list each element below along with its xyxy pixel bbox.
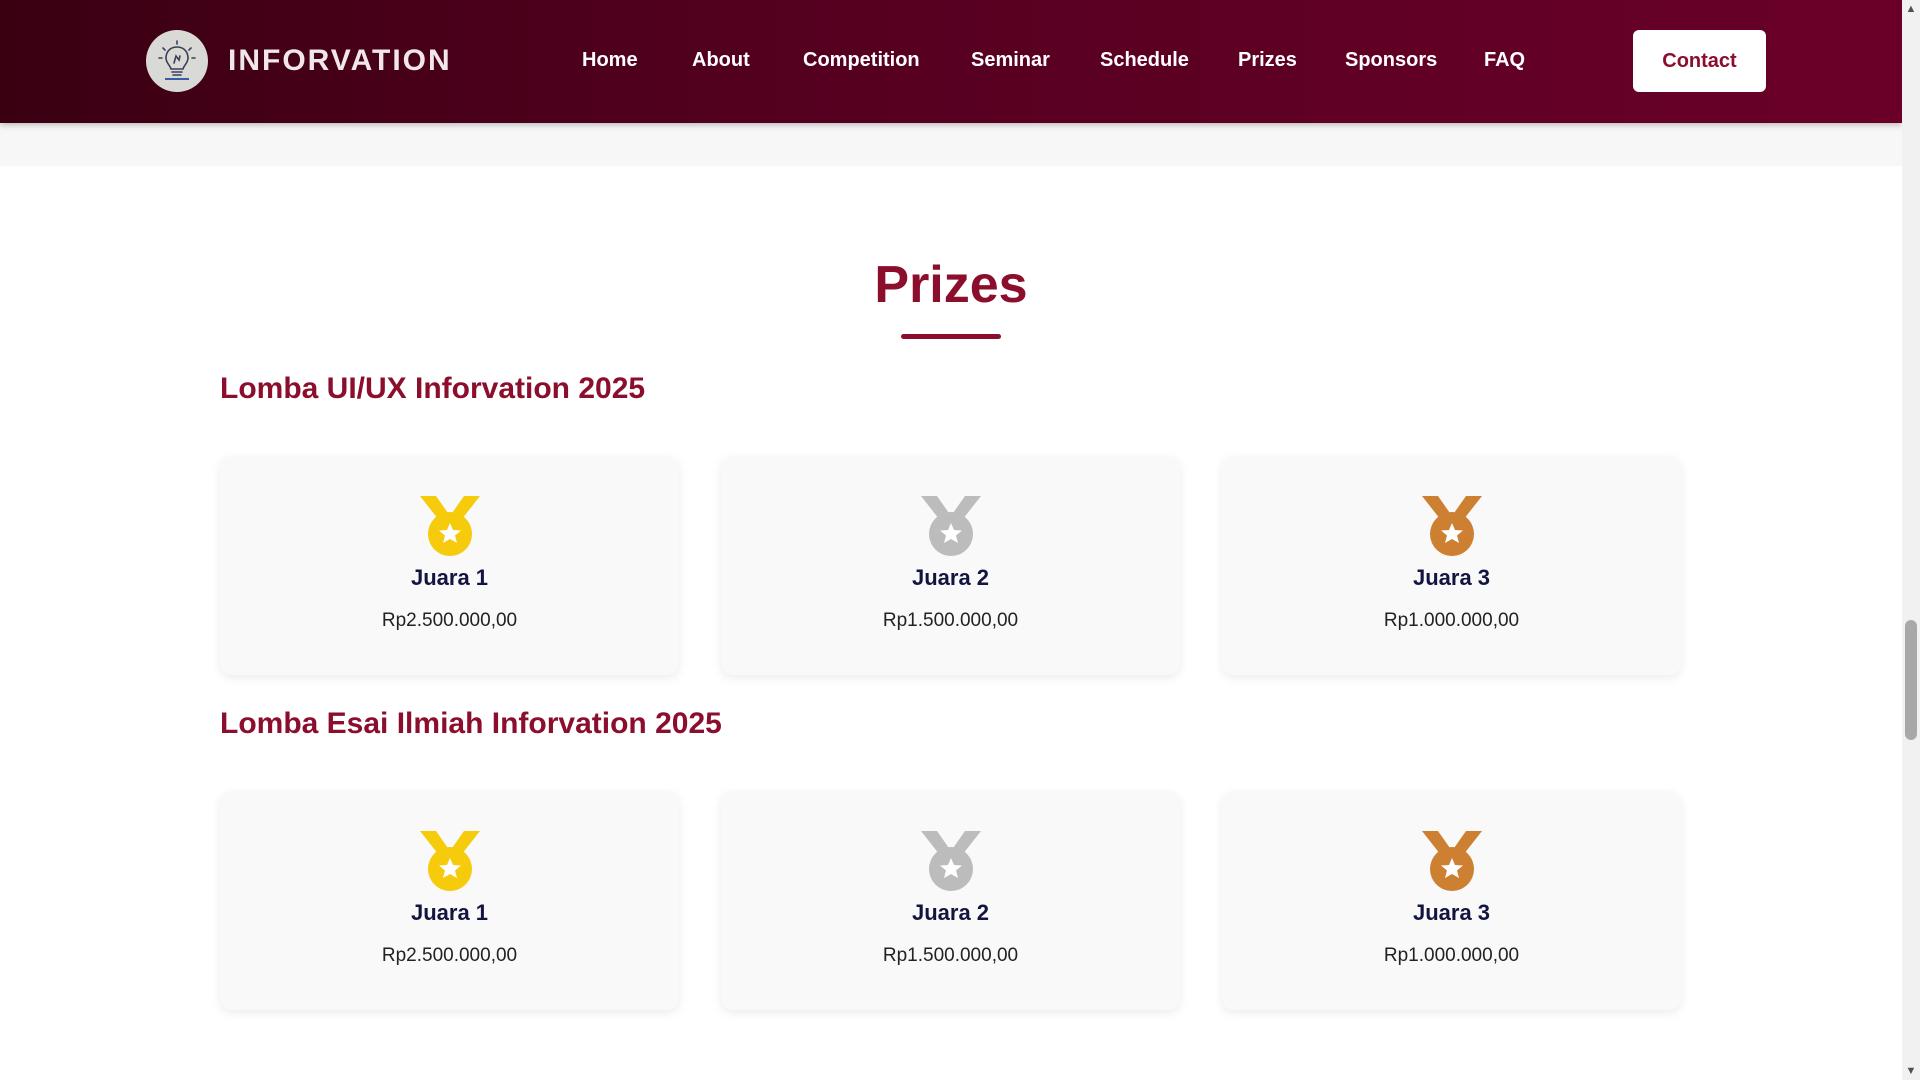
prize-amount: Rp2.500.000,00 [381,945,518,966]
prize-rank: Juara 2 [911,900,990,925]
prize-rank: Juara 3 [1412,900,1491,925]
section-title: Prizes [874,256,1028,314]
bronze-medal-icon [1422,496,1482,556]
nav-schedule[interactable]: Schedule [1100,49,1189,72]
previous-section-edge [0,123,1902,166]
prize-amount: Rp1.500.000,00 [882,610,1019,631]
prize-rank: Juara 3 [1412,565,1491,590]
prize-amount: Rp1.500.000,00 [882,945,1019,966]
bronze-medal-icon [1422,831,1482,891]
vertical-scrollbar[interactable]: ▲ ▼ [1902,0,1920,1080]
scroll-thumb[interactable] [1905,620,1917,740]
prize-card-uiux-2: Juara 2 Rp1.500.000,00 [721,456,1180,675]
contact-button[interactable]: Contact [1633,30,1766,92]
lightbulb-logo-icon [146,30,208,92]
prize-amount: Rp1.000.000,00 [1383,610,1520,631]
prize-rank: Juara 2 [911,565,990,590]
gold-medal-icon [420,831,480,891]
prize-amount: Rp2.500.000,00 [381,610,518,631]
brand[interactable]: INFORVATION [146,30,452,92]
nav-home[interactable]: Home [582,49,638,72]
silver-medal-icon [921,831,981,891]
prize-card-uiux-3: Juara 3 Rp1.000.000,00 [1222,456,1681,675]
scroll-up-arrow-icon[interactable]: ▲ [1902,0,1920,18]
brand-name: INFORVATION [228,44,452,77]
gold-medal-icon [420,496,480,556]
group-title-uiux: Lomba UI/UX Inforvation 2025 [220,372,646,405]
prize-card-esai-1: Juara 1 Rp2.500.000,00 [220,791,679,1010]
prize-amount: Rp1.000.000,00 [1383,945,1520,966]
group-title-esai: Lomba Esai Ilmiah Inforvation 2025 [220,707,722,740]
prize-card-esai-2: Juara 2 Rp1.500.000,00 [721,791,1180,1010]
prize-rank: Juara 1 [410,900,489,925]
page: INFORVATION Home About Competition Semin… [0,0,1902,1080]
nav-faq[interactable]: FAQ [1484,49,1525,72]
prize-card-esai-3: Juara 3 Rp1.000.000,00 [1222,791,1681,1010]
nav-about[interactable]: About [692,49,750,72]
nav-sponsors[interactable]: Sponsors [1345,49,1437,72]
prize-card-uiux-1: Juara 1 Rp2.500.000,00 [220,456,679,675]
nav-seminar[interactable]: Seminar [971,49,1050,72]
navbar: INFORVATION Home About Competition Semin… [0,0,1902,123]
title-underline [901,334,1001,339]
silver-medal-icon [921,496,981,556]
prize-rank: Juara 1 [410,565,489,590]
nav-competition[interactable]: Competition [803,49,920,72]
scroll-down-arrow-icon[interactable]: ▼ [1902,1062,1920,1080]
nav-prizes[interactable]: Prizes [1238,49,1297,72]
